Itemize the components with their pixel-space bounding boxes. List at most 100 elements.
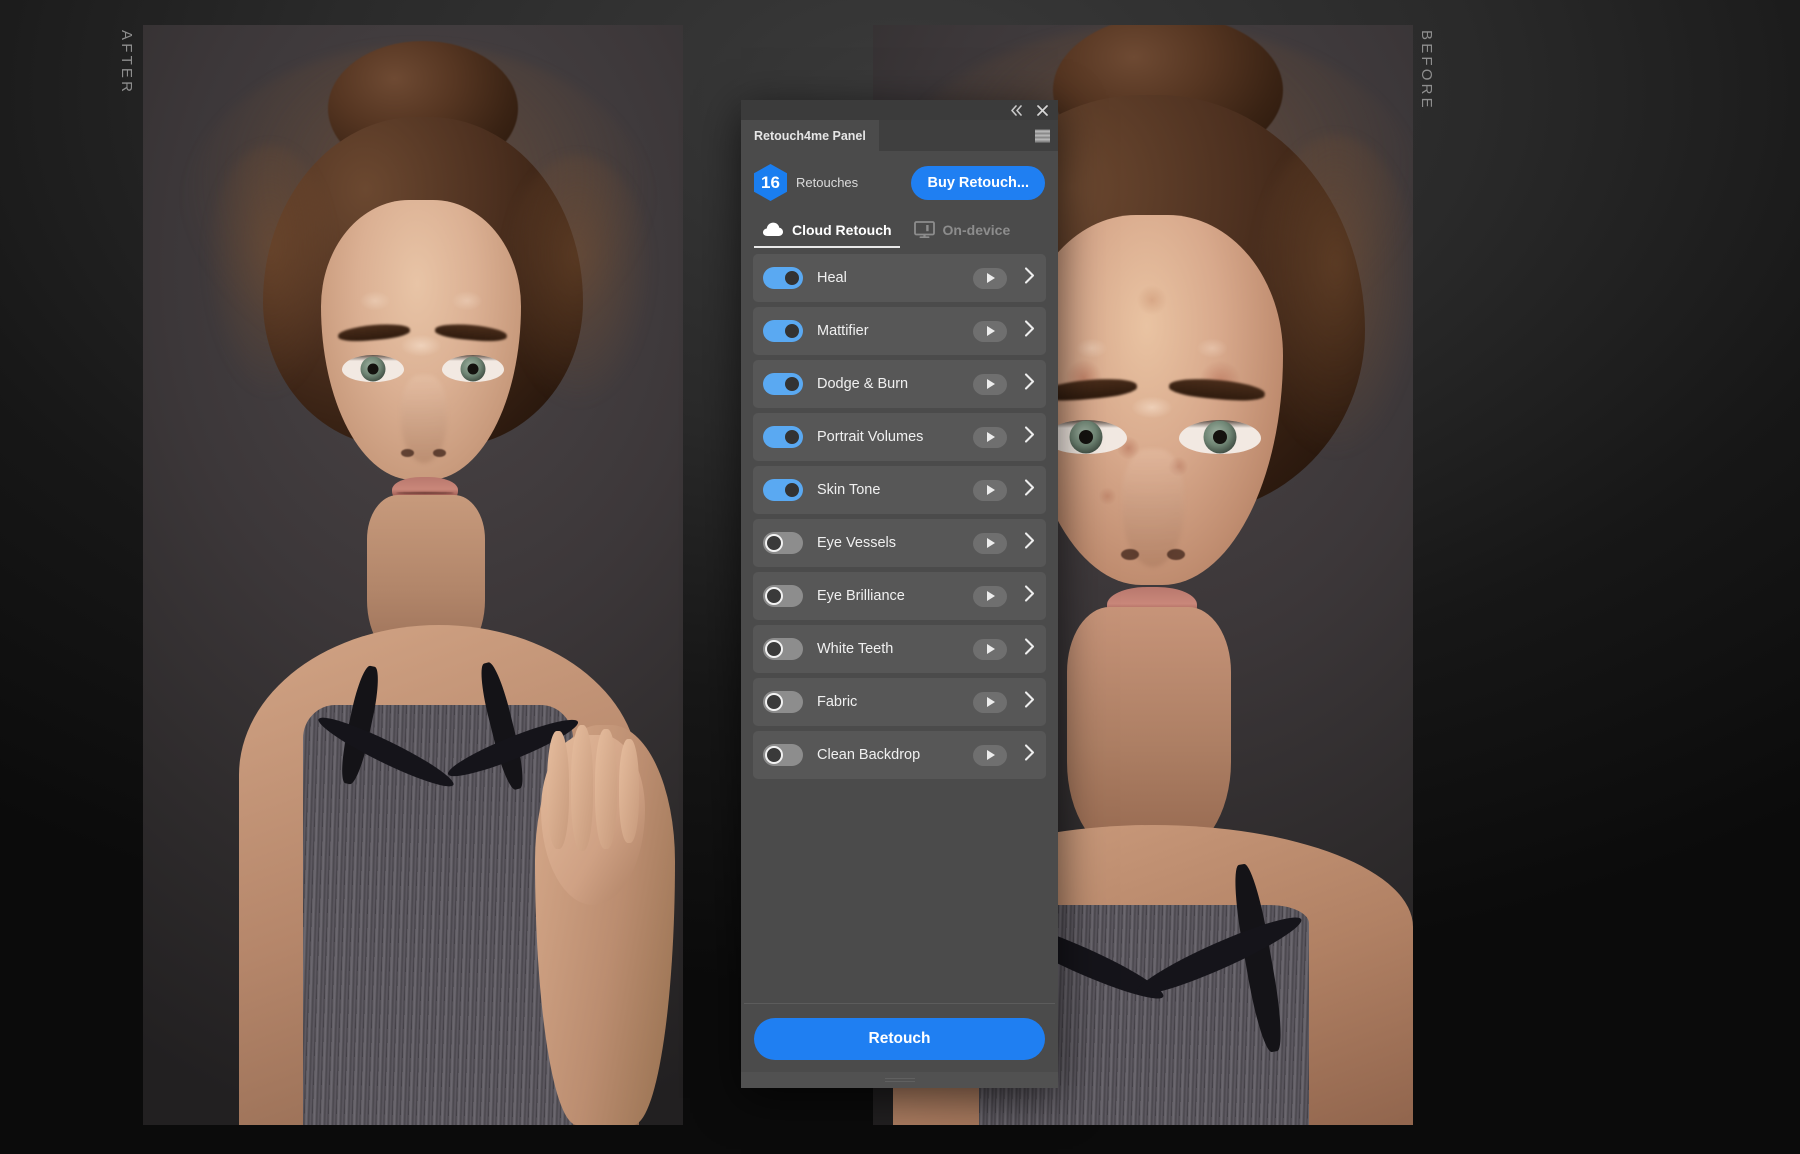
- chevron-right-icon[interactable]: [1024, 532, 1035, 554]
- chevron-right-icon[interactable]: [1024, 638, 1035, 660]
- feature-row[interactable]: Skin Tone: [753, 466, 1046, 514]
- toggle-knob: [783, 322, 801, 340]
- panel-window-chrome: [741, 100, 1058, 120]
- feature-label: Mattifier: [817, 323, 869, 339]
- play-icon: [987, 432, 995, 442]
- buy-retouches-button[interactable]: Buy Retouch...: [911, 165, 1045, 200]
- feature-row[interactable]: Mattifier: [753, 307, 1046, 355]
- chevron-right-icon[interactable]: [1024, 373, 1035, 395]
- monitor-icon: [913, 221, 935, 238]
- panel-resize-bar[interactable]: [741, 1072, 1058, 1088]
- feature-label: Clean Backdrop: [817, 747, 921, 763]
- toggle-knob: [765, 534, 783, 552]
- feature-label: Fabric: [817, 694, 858, 710]
- before-label: BEFORE: [1418, 30, 1435, 111]
- panel-footer: Retouch: [741, 1004, 1058, 1072]
- play-icon: [987, 326, 995, 336]
- feature-row[interactable]: Portrait Volumes: [753, 413, 1046, 461]
- feature-toggle[interactable]: [763, 426, 803, 448]
- feature-preview-button[interactable]: [973, 638, 1007, 660]
- feature-toggle[interactable]: [763, 479, 803, 501]
- feature-row[interactable]: Dodge & Burn: [753, 360, 1046, 408]
- feature-list: Heal Mattifier Dodge & Burn Portrait Volume…: [741, 248, 1058, 779]
- toggle-knob: [783, 481, 801, 499]
- feature-label: Eye Vessels: [817, 535, 896, 551]
- chevron-right-icon[interactable]: [1024, 691, 1035, 713]
- play-icon: [987, 644, 995, 654]
- feature-preview-button[interactable]: [973, 426, 1007, 448]
- feature-toggle[interactable]: [763, 320, 803, 342]
- toggle-knob: [765, 746, 783, 764]
- feature-label: Eye Brilliance: [817, 588, 905, 604]
- play-icon: [987, 485, 995, 495]
- panel-tab-row: Retouch4me Panel: [741, 120, 1058, 151]
- feature-preview-button[interactable]: [973, 267, 1007, 289]
- feature-toggle[interactable]: [763, 638, 803, 660]
- panel-menu-icon[interactable]: [1035, 129, 1050, 142]
- play-icon: [987, 538, 995, 548]
- feature-preview-button[interactable]: [973, 744, 1007, 766]
- chevron-right-icon[interactable]: [1024, 479, 1035, 501]
- feature-label: Dodge & Burn: [817, 376, 909, 392]
- feature-toggle[interactable]: [763, 267, 803, 289]
- feature-row[interactable]: Heal: [753, 254, 1046, 302]
- feature-row[interactable]: Fabric: [753, 678, 1046, 726]
- feature-preview-button[interactable]: [973, 373, 1007, 395]
- play-icon: [987, 273, 995, 283]
- toggle-knob: [765, 640, 783, 658]
- feature-row[interactable]: White Teeth: [753, 625, 1046, 673]
- feature-toggle[interactable]: [763, 691, 803, 713]
- resize-grip-icon[interactable]: [884, 1078, 915, 1082]
- chevron-right-icon[interactable]: [1024, 585, 1035, 607]
- cloud-icon: [762, 222, 784, 237]
- tab-cloud-retouch-label: Cloud Retouch: [792, 221, 892, 238]
- double-chevron-left-icon[interactable]: [1010, 104, 1023, 116]
- feature-row[interactable]: Eye Brilliance: [753, 572, 1046, 620]
- feature-toggle[interactable]: [763, 373, 803, 395]
- feature-preview-button[interactable]: [973, 320, 1007, 342]
- feature-label: White Teeth: [817, 641, 894, 657]
- tab-retouch4me-panel[interactable]: Retouch4me Panel: [741, 120, 879, 151]
- play-icon: [987, 379, 995, 389]
- toggle-knob: [783, 375, 801, 393]
- play-icon: [987, 591, 995, 601]
- retouch-credits-label: Retouches: [796, 175, 859, 190]
- tab-on-device-label: On-device: [942, 221, 1011, 238]
- play-icon: [987, 697, 995, 707]
- feature-row[interactable]: Eye Vessels: [753, 519, 1046, 567]
- chevron-right-icon[interactable]: [1024, 320, 1035, 342]
- feature-toggle[interactable]: [763, 532, 803, 554]
- chevron-right-icon[interactable]: [1024, 267, 1035, 289]
- toggle-knob: [783, 269, 801, 287]
- chevron-right-icon[interactable]: [1024, 744, 1035, 766]
- toggle-knob: [765, 693, 783, 711]
- retouch4me-panel: Retouch4me Panel 16 Retouches Buy Retouc…: [741, 100, 1058, 1088]
- app-stage: AFTER BEFORE Retouch4me Panel 16 Retouch…: [0, 0, 1800, 1154]
- tab-cloud-retouch[interactable]: Cloud Retouch: [754, 215, 900, 248]
- toggle-knob: [765, 587, 783, 605]
- retouch-button[interactable]: Retouch: [754, 1018, 1045, 1060]
- feature-preview-button[interactable]: [973, 691, 1007, 713]
- panel-spacer: [741, 779, 1058, 1003]
- feature-preview-button[interactable]: [973, 532, 1007, 554]
- tab-row-filler: [879, 120, 1058, 151]
- after-photo: [143, 25, 683, 1125]
- feature-row[interactable]: Clean Backdrop: [753, 731, 1046, 779]
- feature-preview-button[interactable]: [973, 585, 1007, 607]
- after-label: AFTER: [118, 30, 135, 96]
- feature-toggle[interactable]: [763, 744, 803, 766]
- feature-preview-button[interactable]: [973, 479, 1007, 501]
- credits-row: 16 Retouches Buy Retouch...: [741, 151, 1058, 213]
- feature-label: Heal: [817, 270, 847, 286]
- close-icon[interactable]: [1037, 104, 1048, 116]
- feature-label: Portrait Volumes: [817, 429, 924, 445]
- tab-on-device[interactable]: On-device: [906, 215, 1019, 248]
- feature-toggle[interactable]: [763, 585, 803, 607]
- mode-tab-bar: Cloud Retouch On-device: [741, 215, 1058, 248]
- toggle-knob: [783, 428, 801, 446]
- retouch-credits-badge: 16: [754, 164, 787, 201]
- after-portrait: [143, 25, 683, 1125]
- play-icon: [987, 750, 995, 760]
- feature-label: Skin Tone: [817, 482, 881, 498]
- chevron-right-icon[interactable]: [1024, 426, 1035, 448]
